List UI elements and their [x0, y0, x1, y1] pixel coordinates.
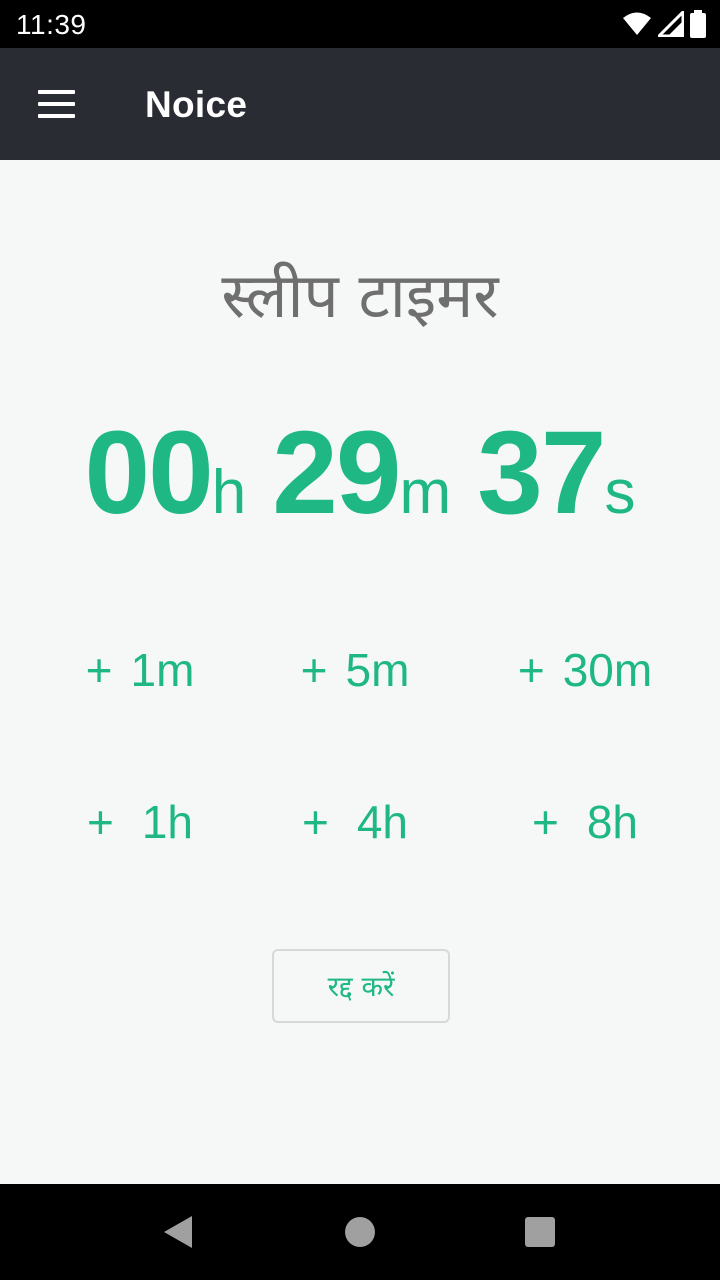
status-icons: [622, 10, 706, 38]
add-button-label: 4h: [356, 796, 409, 848]
timer-hours: 00: [84, 407, 214, 539]
status-bar: 11:39: [0, 0, 720, 48]
add-1m-button[interactable]: +1m: [40, 630, 240, 710]
timer-seconds-unit: s: [604, 458, 636, 527]
timer-minutes-unit: m: [399, 458, 452, 527]
add-button-label: 5m: [345, 644, 410, 696]
plus-icon: +: [531, 796, 559, 848]
recents-icon[interactable]: [525, 1217, 555, 1247]
wifi-icon: [623, 12, 651, 35]
countdown-display: 00h 29m 37s: [0, 405, 720, 541]
timer-seconds: 37: [477, 407, 606, 539]
sleep-timer-screen: स्लीप टाइमर 00h 29m 37s +1m +5m +30m +1h +…: [0, 160, 720, 1184]
add-button-label: 30m: [562, 644, 653, 696]
add-5m-button[interactable]: +5m: [250, 630, 460, 710]
add-8h-button[interactable]: +8h: [480, 782, 690, 862]
app-title: Noice: [145, 84, 248, 125]
timer-hours-unit: h: [211, 458, 247, 527]
cancel-button[interactable]: रद्द करें: [272, 949, 450, 1023]
plus-icon: +: [517, 644, 545, 696]
battery-icon: [690, 10, 706, 38]
add-button-label: 1h: [141, 796, 194, 848]
plus-icon: +: [300, 644, 328, 696]
plus-icon: +: [301, 796, 329, 848]
add-30m-button[interactable]: +30m: [480, 630, 690, 710]
back-icon[interactable]: [160, 1214, 200, 1250]
cell-signal-icon: [658, 11, 684, 37]
timer-minutes: 29: [272, 407, 401, 539]
add-4h-button[interactable]: +4h: [250, 782, 460, 862]
cancel-button-label: रद्द करें: [327, 970, 395, 1003]
add-1h-button[interactable]: +1h: [40, 782, 240, 862]
plus-icon: +: [86, 796, 114, 848]
screen-title: स्लीप टाइमर: [221, 259, 499, 332]
system-nav-bar: [0, 1184, 720, 1280]
plus-icon: +: [85, 644, 113, 696]
menu-button[interactable]: [24, 80, 88, 128]
status-time: 11:39: [16, 9, 87, 40]
add-button-label: 8h: [586, 796, 639, 848]
home-icon[interactable]: [345, 1217, 375, 1247]
app-bar: Noice: [0, 48, 720, 160]
add-button-label: 1m: [130, 644, 195, 696]
